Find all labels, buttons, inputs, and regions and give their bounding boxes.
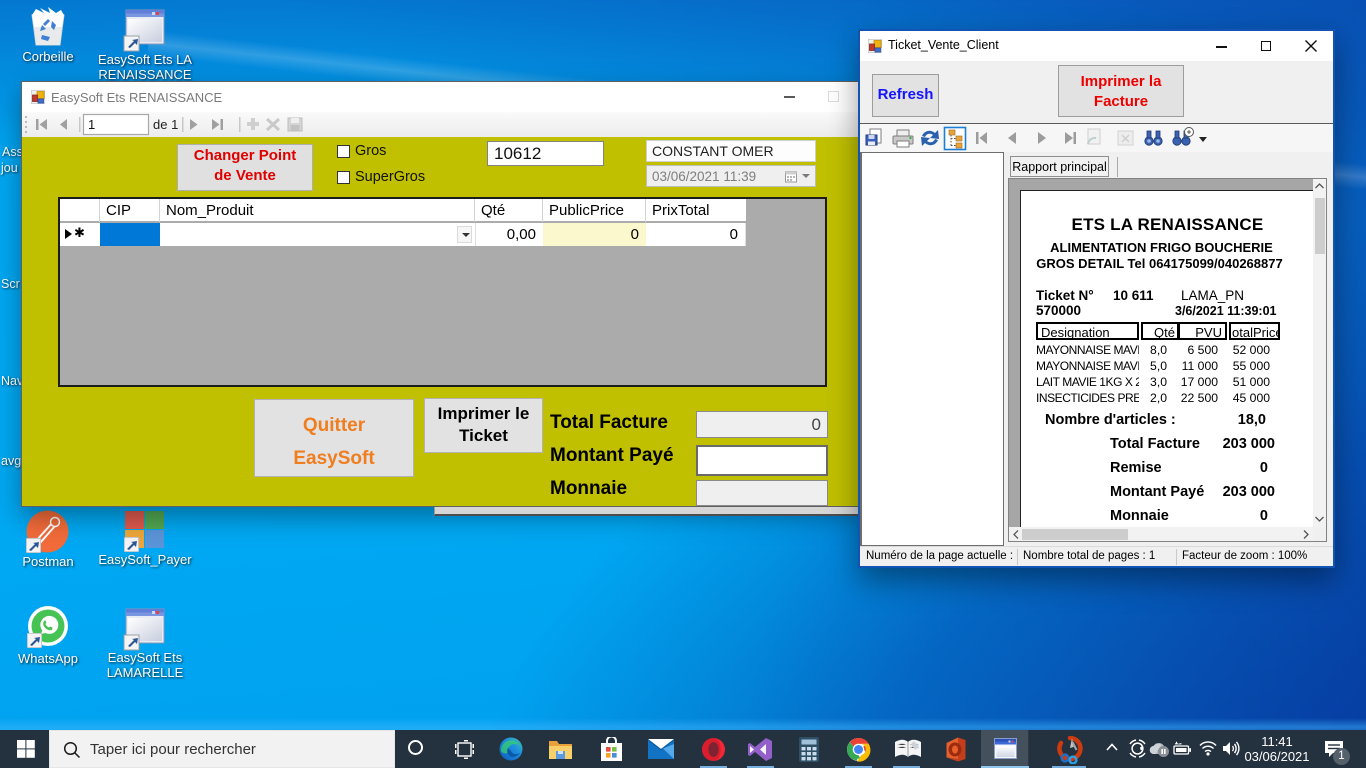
svg-text:1: 1	[88, 117, 95, 132]
svg-text:de 1: de 1	[153, 117, 178, 132]
